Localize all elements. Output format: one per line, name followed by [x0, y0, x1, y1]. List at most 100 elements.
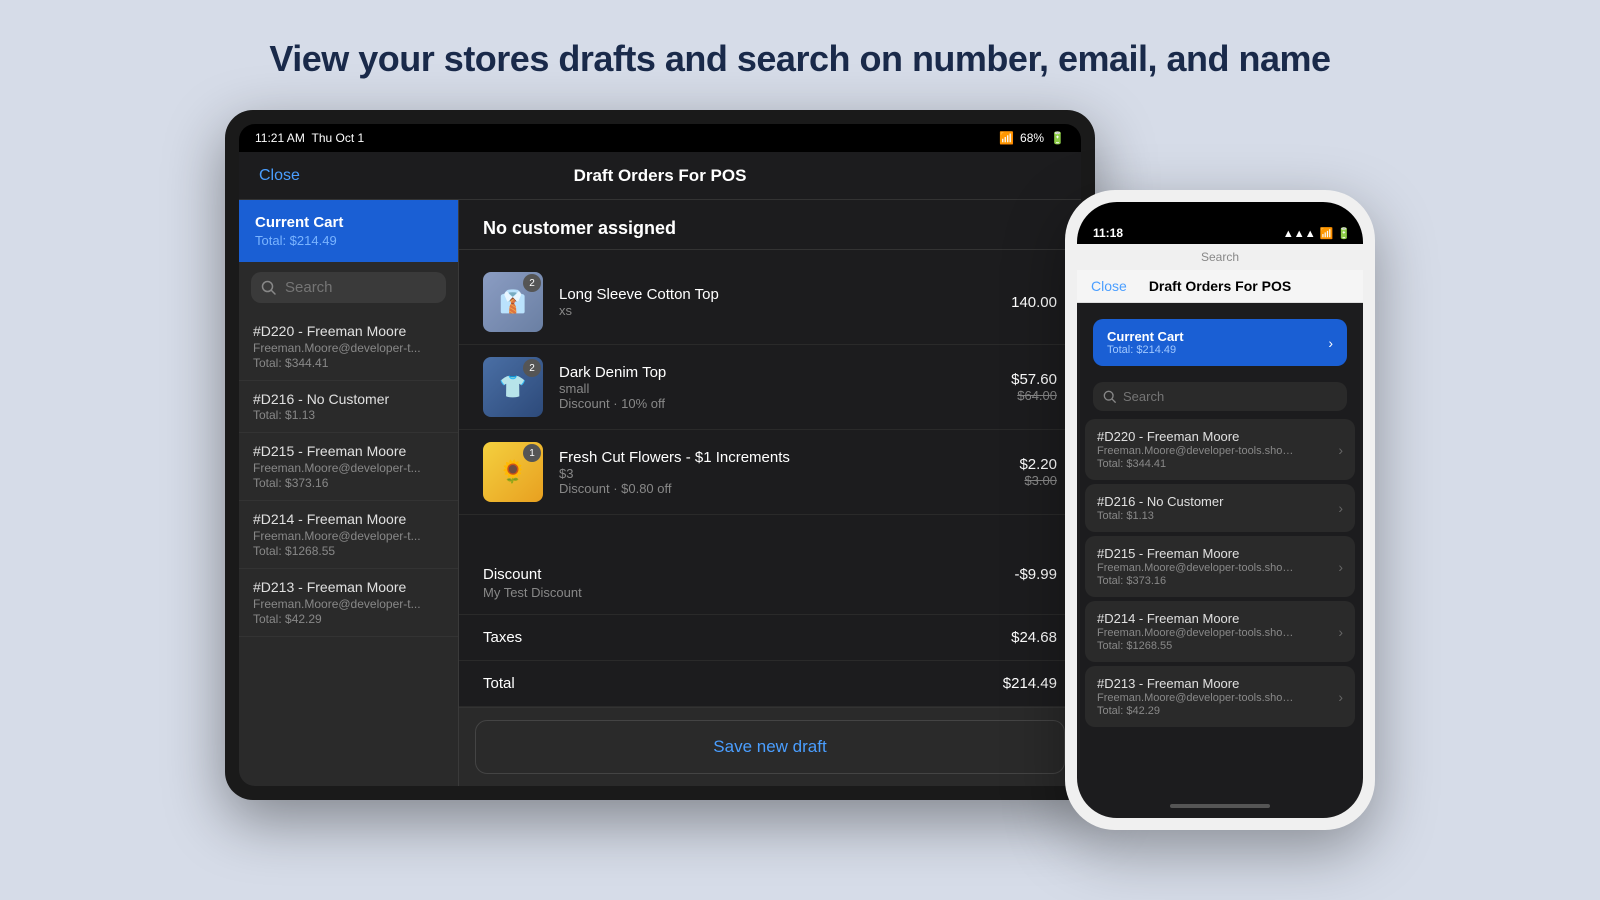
sidebar-item-email: Freeman.Moore@developer-t...: [253, 461, 444, 475]
no-customer-label: No customer assigned: [483, 218, 1057, 239]
item-badge: 2: [523, 274, 541, 292]
sidebar-item-total: Total: $1268.55: [253, 544, 444, 558]
chevron-right-icon: ›: [1338, 442, 1343, 458]
tablet-body: Current Cart Total: $214.49: [239, 200, 1081, 786]
sidebar-item-title: #D214 - Freeman Moore: [253, 511, 444, 527]
taxes-value: $24.68: [1011, 629, 1057, 646]
sidebar-item[interactable]: #D216 - No Customer Total: $1.13: [239, 381, 458, 433]
phone-list-item-info: #D215 - Freeman Moore Freeman.Moore@deve…: [1097, 546, 1297, 587]
sidebar-current-cart-total: Total: $214.49: [255, 233, 442, 248]
tablet-status-bar: 11:21 AM Thu Oct 1 📶 68% 🔋: [239, 124, 1081, 152]
battery-level: 68%: [1020, 131, 1044, 145]
sidebar-item-email: Freeman.Moore@developer-t...: [253, 341, 444, 355]
item-discount: Discount · $0.80 off: [559, 481, 1003, 496]
phone-list-item-info: #D213 - Freeman Moore Freeman.Moore@deve…: [1097, 676, 1297, 717]
phone-list-item[interactable]: #D213 - Freeman Moore Freeman.Moore@deve…: [1085, 666, 1355, 727]
battery-icon: 🔋: [1050, 131, 1065, 145]
item-price-original: $64.00: [1011, 388, 1057, 403]
save-draft-button[interactable]: Save new draft: [475, 720, 1065, 774]
phone-list-item[interactable]: #D215 - Freeman Moore Freeman.Moore@deve…: [1085, 536, 1355, 597]
phone-search-bar-label: Search: [1077, 244, 1363, 270]
main-header: No customer assigned: [459, 200, 1081, 250]
phone-search-label: Search: [1201, 250, 1239, 264]
sidebar-item-title: #D213 - Freeman Moore: [253, 579, 444, 595]
chevron-right-icon: ›: [1328, 335, 1333, 351]
chevron-right-icon: ›: [1338, 559, 1343, 575]
taxes-section: Taxes $24.68: [459, 615, 1081, 661]
tablet-device: 11:21 AM Thu Oct 1 📶 68% 🔋 Close Draft O…: [225, 110, 1095, 800]
sidebar-item-title: #D216 - No Customer: [253, 391, 444, 407]
chevron-right-icon: ›: [1338, 689, 1343, 705]
sidebar-search: [239, 262, 458, 313]
item-price-current: $57.60: [1011, 371, 1057, 388]
search-icon: [261, 280, 277, 296]
phone-search-input[interactable]: [1123, 389, 1337, 404]
sidebar-item[interactable]: #D213 - Freeman Moore Freeman.Moore@deve…: [239, 569, 458, 637]
item-badge: 2: [523, 359, 541, 377]
battery-icon-phone: 🔋: [1337, 227, 1351, 240]
phone-current-cart[interactable]: Current Cart Total: $214.49 ›: [1093, 319, 1347, 366]
phone-body: Current Cart Total: $214.49 ›: [1077, 303, 1363, 794]
sidebar-item-total: Total: $42.29: [253, 612, 444, 626]
item-price-original: $3.00: [1019, 473, 1057, 488]
item-price: 140.00: [1011, 294, 1057, 311]
chevron-right-icon: ›: [1338, 624, 1343, 640]
tablet-screen: 11:21 AM Thu Oct 1 📶 68% 🔋 Close Draft O…: [239, 124, 1081, 786]
phone-list-item-title: #D220 - Freeman Moore: [1097, 429, 1297, 444]
sidebar-item[interactable]: #D214 - Freeman Moore Freeman.Moore@deve…: [239, 501, 458, 569]
main-footer: Save new draft: [459, 707, 1081, 786]
phone-notch: [1165, 214, 1275, 236]
phone-search-wrapper: [1093, 382, 1347, 411]
phone-list-item-info: #D220 - Freeman Moore Freeman.Moore@deve…: [1097, 429, 1297, 470]
item-info: Fresh Cut Flowers - $1 Increments $3 Dis…: [559, 449, 1003, 496]
sidebar-item[interactable]: #D220 - Freeman Moore Freeman.Moore@deve…: [239, 313, 458, 381]
item-variant: $3: [559, 466, 1003, 481]
phone-cart-title: Current Cart: [1107, 329, 1184, 344]
phone-list-item-info: #D214 - Freeman Moore Freeman.Moore@deve…: [1097, 611, 1297, 652]
sidebar-item-total: Total: $373.16: [253, 476, 444, 490]
item-info: Long Sleeve Cotton Top xs: [559, 286, 995, 318]
phone-list-item-title: #D216 - No Customer: [1097, 494, 1223, 509]
phone-cart-info: Current Cart Total: $214.49: [1107, 329, 1184, 356]
phone-list-item-total: Total: $42.29: [1097, 705, 1297, 717]
total-label: Total: [483, 675, 515, 692]
item-name: Dark Denim Top: [559, 364, 995, 381]
total-section: Total $214.49: [459, 661, 1081, 707]
phone-list-item-total: Total: $1.13: [1097, 510, 1223, 522]
phone-list-item-email: Freeman.Moore@developer-tools.shopifya..…: [1097, 627, 1297, 639]
phone-list-item[interactable]: #D214 - Freeman Moore Freeman.Moore@deve…: [1085, 601, 1355, 662]
phone-list-item[interactable]: #D216 - No Customer Total: $1.13 ›: [1085, 484, 1355, 532]
home-bar: [1170, 804, 1270, 808]
sidebar-item[interactable]: #D215 - Freeman Moore Freeman.Moore@deve…: [239, 433, 458, 501]
phone-cart-total: Total: $214.49: [1107, 344, 1184, 356]
phone-list-item-total: Total: $344.41: [1097, 458, 1297, 470]
chevron-right-icon: ›: [1338, 500, 1343, 516]
phone-list-item[interactable]: #D220 - Freeman Moore Freeman.Moore@deve…: [1085, 419, 1355, 480]
devices-container: 11:21 AM Thu Oct 1 📶 68% 🔋 Close Draft O…: [0, 110, 1600, 830]
phone-list-item-title: #D214 - Freeman Moore: [1097, 611, 1297, 626]
item-price: $57.60 $64.00: [1011, 371, 1057, 403]
item-image: 2 👕: [483, 357, 543, 417]
item-price-current: 140.00: [1011, 294, 1057, 311]
wifi-icon-phone: 📶: [1320, 227, 1334, 240]
phone-list-item-total: Total: $1268.55: [1097, 640, 1297, 652]
phone-close-button[interactable]: Close: [1091, 278, 1127, 294]
tablet-close-button[interactable]: Close: [259, 167, 300, 185]
item-name: Fresh Cut Flowers - $1 Increments: [559, 449, 1003, 466]
item-price: $2.20 $3.00: [1019, 456, 1057, 488]
phone-list-item-title: #D215 - Freeman Moore: [1097, 546, 1297, 561]
sidebar-current-cart[interactable]: Current Cart Total: $214.49: [239, 200, 458, 262]
phone-status-icons: ▲▲▲ 📶 🔋: [1283, 227, 1351, 240]
phone-items-list: #D220 - Freeman Moore Freeman.Moore@deve…: [1077, 411, 1363, 735]
phone-list-item-total: Total: $373.16: [1097, 575, 1297, 587]
item-name: Long Sleeve Cotton Top: [559, 286, 995, 303]
item-variant: xs: [559, 303, 995, 318]
discount-section: Discount My Test Discount -$9.99: [459, 552, 1081, 615]
phone-list-item-email: Freeman.Moore@developer-tools.shopifya..…: [1097, 562, 1297, 574]
phone-list-item-email: Freeman.Moore@developer-tools.shopifya..…: [1097, 445, 1297, 457]
sidebar-current-cart-title: Current Cart: [255, 214, 442, 231]
item-badge: 1: [523, 444, 541, 462]
wifi-icon: 📶: [999, 131, 1014, 145]
tablet-search-input[interactable]: [285, 279, 436, 296]
sidebar-item-title: #D220 - Freeman Moore: [253, 323, 444, 339]
